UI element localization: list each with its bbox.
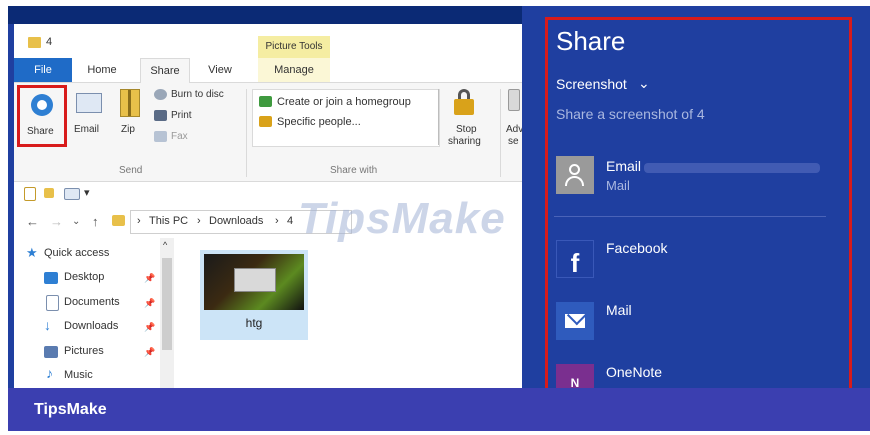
title-bar: 4 Picture Tools — [14, 24, 522, 58]
nav-item-label: Pictures — [64, 345, 104, 357]
tab-manage[interactable]: Manage — [258, 58, 330, 82]
new-folder-icon[interactable] — [44, 188, 54, 198]
up-icon[interactable]: ↑ — [92, 214, 99, 229]
homegroup-label: Create or join a homegroup — [277, 96, 411, 108]
customize-toolbar-icon[interactable]: ▾ — [84, 186, 90, 199]
desktop-icon — [44, 272, 58, 284]
scrollbar-thumb[interactable] — [162, 258, 172, 350]
image-thumbnail — [204, 254, 304, 310]
share-button[interactable]: Share — [17, 85, 67, 147]
print-label: Print — [171, 110, 192, 121]
lock-icon — [454, 89, 474, 115]
list-scrollbar[interactable] — [438, 89, 439, 145]
pin-icon[interactable]: 📌 — [144, 322, 155, 333]
share-icon — [31, 94, 53, 116]
share-button-label: Share — [27, 126, 54, 137]
email-icon — [76, 93, 102, 113]
email-button-label: Email — [74, 124, 100, 135]
share-target-label: Email — [606, 158, 642, 174]
specific-people-label: Specific people... — [277, 116, 361, 128]
share-pane-divider — [554, 216, 826, 217]
desktop-strip — [8, 6, 522, 24]
folder-icon — [28, 37, 41, 48]
group-divider — [500, 89, 501, 177]
tab-home[interactable]: Home — [72, 58, 132, 82]
quick-access-icon[interactable] — [64, 188, 80, 200]
footer-brand: TipsMake — [34, 401, 107, 418]
star-icon: ★ — [26, 245, 38, 260]
breadcrumb-separator: › — [275, 215, 279, 227]
breadcrumb-this-pc[interactable]: This PC — [149, 215, 188, 227]
share-target-sublabel: Mail — [606, 178, 630, 193]
pin-icon[interactable]: 📌 — [144, 347, 155, 358]
navigation-pane: ★ Quick access Desktop 📌 Documents 📌 ↓ D… — [14, 238, 160, 398]
watermark: TipsMake — [298, 194, 506, 243]
nav-scrollbar[interactable]: ^ — [160, 238, 174, 398]
facebook-icon: f — [556, 240, 594, 278]
disc-icon — [154, 89, 167, 100]
breadcrumb-current[interactable]: 4 — [287, 215, 293, 227]
picture-tools-label: Picture Tools — [258, 36, 330, 58]
properties-icon[interactable] — [24, 187, 36, 201]
share-target-label: OneNote — [606, 364, 663, 380]
nav-item-label: Music — [64, 369, 93, 381]
footer-banner: TipsMake — [8, 388, 870, 431]
fax-icon — [154, 131, 167, 142]
pin-icon[interactable]: 📌 — [144, 273, 155, 284]
nav-item-label: Documents — [64, 296, 120, 308]
share-charm-pane: Share Screenshot ⌄ Share a screenshot of… — [545, 17, 852, 397]
burn-label: Burn to disc — [171, 89, 224, 100]
redacted-email-address — [644, 163, 820, 173]
breadcrumb-separator: › — [137, 215, 141, 227]
breadcrumb-downloads[interactable]: Downloads — [209, 215, 263, 227]
chevron-down-icon: ⌄ — [638, 75, 650, 91]
advanced-label-1: Adv — [506, 124, 522, 135]
zip-icon — [120, 89, 140, 117]
documents-icon — [46, 295, 59, 311]
screenshot-dropdown-label: Screenshot — [556, 76, 627, 92]
share-target-label: Mail — [606, 302, 632, 318]
pictures-icon — [44, 346, 58, 358]
forward-icon[interactable]: → — [50, 214, 63, 229]
scroll-up-icon[interactable]: ^ — [163, 240, 167, 250]
share-target-label: Facebook — [606, 240, 668, 256]
music-icon: ♪ — [46, 365, 53, 381]
person-icon — [556, 156, 594, 194]
folder-icon — [112, 215, 125, 226]
ribbon-share-panel: Share Email Zip Burn to disc Print Fax S… — [14, 83, 522, 182]
back-icon[interactable]: ← — [26, 214, 39, 229]
advanced-label-2: se — [508, 136, 519, 147]
pin-icon[interactable]: 📌 — [144, 298, 155, 309]
file-list: htg — [174, 238, 522, 398]
mail-icon — [556, 302, 594, 340]
tab-file[interactable]: File — [14, 58, 72, 82]
stop-sharing-label-1: Stop — [456, 124, 477, 135]
downloads-icon: ↓ — [44, 317, 51, 333]
share-with-list: Create or join a homegroup Specific peop… — [252, 89, 440, 147]
advanced-security-icon — [508, 89, 520, 111]
nav-item-label: Downloads — [64, 320, 119, 332]
stop-sharing-label-2: sharing — [448, 136, 481, 147]
file-name: htg — [245, 316, 263, 330]
zip-button-label: Zip — [121, 124, 135, 135]
fax-label: Fax — [171, 131, 188, 142]
group-divider — [246, 89, 247, 177]
homegroup-icon — [259, 96, 272, 107]
tab-share[interactable]: Share — [140, 58, 190, 84]
breadcrumb-separator: › — [197, 215, 201, 227]
people-icon — [259, 116, 272, 127]
send-group-label: Send — [119, 165, 143, 176]
printer-icon — [154, 110, 167, 121]
nav-item-label: Quick access — [44, 247, 110, 259]
ribbon-tabs: File Home Share View Manage — [14, 58, 522, 84]
share-pane-title: Share — [556, 26, 626, 56]
recent-locations-icon[interactable]: ⌄ — [72, 216, 80, 227]
share-pane-subtitle: Share a screenshot of 4 — [556, 106, 705, 122]
window-title: 4 — [46, 36, 53, 48]
tab-view[interactable]: View — [198, 58, 242, 82]
share-with-group-label: Share with — [330, 165, 378, 176]
nav-item-label: Desktop — [64, 271, 105, 283]
